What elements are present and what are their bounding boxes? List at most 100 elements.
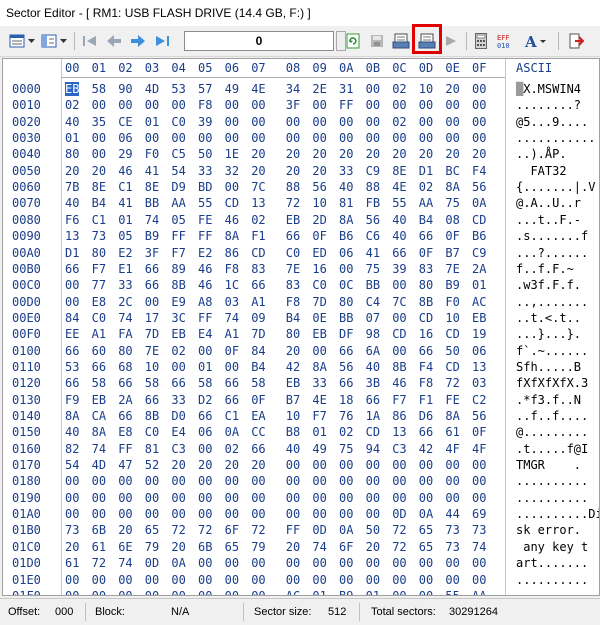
hex-byte-cell[interactable]: 58 [92,376,106,390]
hex-byte-cell[interactable]: 00 [392,311,406,325]
hex-byte-cell[interactable]: 31 [339,82,353,96]
hex-byte-cell[interactable]: 89 [171,262,185,276]
hex-byte-cell[interactable]: 06 [198,425,212,439]
hex-byte-cell[interactable]: 13 [65,229,79,243]
hex-byte-cell[interactable]: 00 [145,474,159,488]
hex-byte-cell[interactable]: 00 [286,474,300,488]
hex-byte-cell[interactable]: 00 [145,295,159,309]
hex-byte-cell[interactable]: 06 [472,344,486,358]
ascii-cell[interactable]: ........? [516,98,581,112]
ascii-cell[interactable]: .t.....f@I [516,442,588,456]
hex-byte-cell[interactable]: 02 [171,344,185,358]
hex-byte-cell[interactable]: EB [286,376,300,390]
hex-byte-cell[interactable]: 10 [445,311,459,325]
ascii-text[interactable]: ..t.<.t.. [516,311,581,325]
ascii-text[interactable]: ........... [516,131,595,145]
hex-byte-cell[interactable]: EA [251,409,265,423]
hex-byte-cell[interactable]: F7 [312,409,326,423]
hex-byte-cell[interactable]: 00 [65,278,79,292]
hex-byte-cell[interactable]: 00 [145,131,159,145]
hex-byte-cell[interactable]: 02 [419,180,433,194]
hex-byte-cell[interactable]: 46 [198,262,212,276]
hex-byte-cell[interactable]: 00 [225,491,239,505]
hex-byte-cell[interactable]: 80 [286,327,300,341]
hex-byte-cell[interactable]: BB [366,278,380,292]
hex-byte-cell[interactable]: 40 [392,213,406,227]
hex-byte-cell[interactable]: 10 [419,82,433,96]
hex-byte-cell[interactable]: 00 [366,474,380,488]
hex-byte-cell[interactable]: 00 [472,491,486,505]
hex-byte-cell[interactable]: CD [472,213,486,227]
hex-byte-cell[interactable]: 4E [312,393,326,407]
hex-byte-cell[interactable]: 8A [225,229,239,243]
hex-byte-cell[interactable]: 00 [198,344,212,358]
hex-byte-cell[interactable]: CD [225,196,239,210]
hex-byte-cell[interactable]: 00 [445,474,459,488]
hex-byte-cell[interactable]: 00 [312,507,326,521]
hex-byte-cell[interactable]: 00 [225,589,239,595]
calculator-icon[interactable] [472,30,490,52]
hex-byte-cell[interactable]: 20 [445,82,459,96]
ascii-cell[interactable]: f`.~...... [516,344,588,358]
hex-byte-cell[interactable]: 00 [251,131,265,145]
hex-byte-cell[interactable]: 00 [92,98,106,112]
hex-byte-cell[interactable]: C5 [171,147,185,161]
hex-byte-cell[interactable]: B4 [92,196,106,210]
hex-byte-cell[interactable]: 4F [445,442,459,456]
hex-byte-cell[interactable]: 58 [145,376,159,390]
ascii-cell[interactable]: ..f..f.... [516,409,588,423]
ascii-cell[interactable]: .......... [516,491,588,505]
hex-byte-cell[interactable]: 20 [472,147,486,161]
hex-byte-cell[interactable]: 66 [419,425,433,439]
hex-byte-cell[interactable]: A1 [225,327,239,341]
ascii-cell[interactable]: ...?...... [516,246,588,260]
hex-byte-cell[interactable]: F7 [171,246,185,260]
hex-byte-cell[interactable]: 73 [445,540,459,554]
hex-byte-cell[interactable]: FF [198,229,212,243]
hex-byte-cell[interactable]: 00 [92,131,106,145]
hex-byte-cell[interactable]: 20 [419,147,433,161]
hex-byte-cell[interactable]: 00 [225,556,239,570]
hex-byte-cell[interactable]: 00 [171,474,185,488]
hex-byte-cell[interactable]: 00 [366,491,380,505]
ascii-text[interactable]: .t.....f@I [516,442,588,456]
hex-byte-cell[interactable]: 00 [339,491,353,505]
hex-byte-cell[interactable]: B9 [339,589,353,595]
hex-byte-cell[interactable]: 82 [65,442,79,456]
hex-byte-cell[interactable]: 00 [445,556,459,570]
hex-byte-cell[interactable]: 50 [366,523,380,537]
hex-byte-cell[interactable]: 01 [312,589,326,595]
hex-byte-cell[interactable]: 68 [118,360,132,374]
hex-byte-cell[interactable]: C6 [366,229,380,243]
hex-byte-cell[interactable]: 20 [251,164,265,178]
hex-byte-cell[interactable]: 00 [92,589,106,595]
hex-byte-cell[interactable]: 00 [251,115,265,129]
hex-byte-cell[interactable]: 44 [445,507,459,521]
ascii-text[interactable]: .w3f.F.f. [516,278,581,292]
hex-byte-cell[interactable]: 17 [145,311,159,325]
hex-byte-cell[interactable]: 40 [366,360,380,374]
hex-byte-cell[interactable]: 0D [145,556,159,570]
hex-byte-cell[interactable]: 6B [198,540,212,554]
hex-byte-cell[interactable]: 00 [392,344,406,358]
hex-byte-cell[interactable]: 3B [366,376,380,390]
hex-byte-cell[interactable]: 81 [339,196,353,210]
hex-byte-cell[interactable]: F1 [251,229,265,243]
ascii-text[interactable]: ..,....... [516,295,588,309]
hex-byte-cell[interactable]: 73 [445,523,459,537]
hex-byte-cell[interactable]: 06 [339,246,353,260]
hex-byte-cell[interactable]: AC [286,589,300,595]
hex-byte-cell[interactable]: 16 [419,327,433,341]
hex-byte-cell[interactable]: 72 [92,556,106,570]
hex-byte-cell[interactable]: 76 [339,409,353,423]
hex-byte-cell[interactable]: 00 [251,589,265,595]
hex-byte-cell[interactable]: 33 [118,278,132,292]
hex-byte-cell[interactable]: EB [92,393,106,407]
hex-byte-cell[interactable]: 0F [225,344,239,358]
ascii-text[interactable]: .......... [516,573,588,587]
hex-byte-cell[interactable]: 58 [198,376,212,390]
hex-byte-cell[interactable]: 66 [225,393,239,407]
hex-byte-cell[interactable]: D2 [198,393,212,407]
hex-byte-cell[interactable]: 49 [312,442,326,456]
hex-byte-cell[interactable]: 46 [392,376,406,390]
